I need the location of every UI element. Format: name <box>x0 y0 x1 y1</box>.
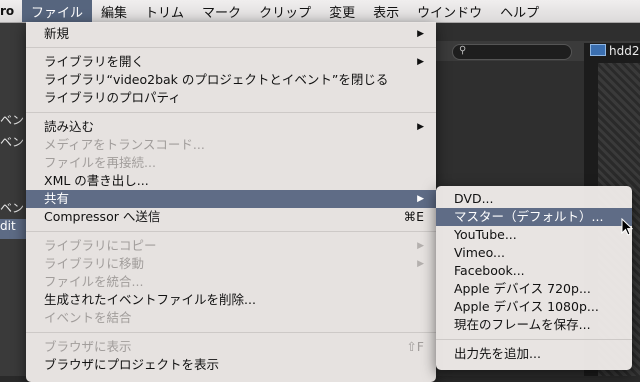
sidebar-item[interactable]: ベン <box>0 111 26 128</box>
submenu-arrow-icon: ▶ <box>417 57 424 67</box>
share-item-vimeo[interactable]: Vimeo... <box>436 244 632 262</box>
menu-separator <box>26 112 436 113</box>
share-item-add-destination[interactable]: 出力先を追加... <box>436 345 632 363</box>
share-item-master[interactable]: マスター（デフォルト）... <box>436 208 632 226</box>
menu-item-merge-events: イベントを結合 <box>44 310 132 325</box>
menu-separator <box>26 47 436 48</box>
menu-bar: ro ファイル 編集 トリム マーク クリップ 変更 表示 ウインドウ ヘルプ <box>0 0 640 23</box>
share-item-apple-1080p[interactable]: Apple デバイス 1080p... <box>436 298 632 316</box>
submenu-arrow-icon: ▶ <box>417 122 424 132</box>
share-item-facebook[interactable]: Facebook... <box>436 262 632 280</box>
library-sidebar: ベン ベン ベン dit <box>0 23 26 376</box>
share-submenu: DVD... マスター（デフォルト）... YouTube... Vimeo..… <box>436 186 632 370</box>
menu-file[interactable]: ファイル <box>22 0 93 22</box>
menu-item-copy-to-library: ライブラリにコピー ▶ <box>44 238 424 253</box>
mouse-pointer-icon <box>621 218 633 236</box>
sidebar-item-label: dit <box>0 219 16 233</box>
menu-item-send-to-compressor[interactable]: Compressor へ送信 ⌘E <box>26 208 436 226</box>
menu-mark[interactable]: マーク <box>193 0 250 22</box>
menu-item-import[interactable]: 読み込む ▶ <box>26 118 436 136</box>
menu-item-share[interactable]: 共有 ▶ <box>26 190 436 208</box>
menu-separator <box>26 332 436 333</box>
menu-modify[interactable]: 変更 <box>320 0 364 22</box>
share-item-dvd[interactable]: DVD... <box>436 190 632 208</box>
menu-item-transcode-media: メディアをトランスコード... <box>44 137 205 152</box>
menu-item-export-xml[interactable]: XML の書き出し... <box>26 172 436 190</box>
search-icon: ⚲ <box>459 45 467 56</box>
clip-label[interactable]: hdd28 <box>590 44 640 58</box>
menu-item-delete-render-files[interactable]: 生成されたイベントファイルを削除... <box>26 291 436 309</box>
menu-item-relink-files: ファイルを再接続... <box>44 155 156 170</box>
menu-trim[interactable]: トリム <box>136 0 193 22</box>
menu-help[interactable]: ヘルプ <box>491 0 548 22</box>
menu-item-open-library[interactable]: ライブラリを開く ▶ <box>26 53 436 71</box>
sidebar-item[interactable]: ベン <box>0 133 26 150</box>
share-item-save-current-frame[interactable]: 現在のフレームを保存... <box>436 316 632 334</box>
menu-clip[interactable]: クリップ <box>250 0 320 22</box>
menu-item-consolidate-files: ファイルを統合... <box>44 274 144 289</box>
file-menu: 新規 ▶ ライブラリを開く ▶ ライブラリ“video2bak のプロジェクトと… <box>26 22 436 382</box>
menu-item-reveal-in-browser: ブラウザに表示 ⇧F <box>44 339 424 354</box>
submenu-arrow-icon: ▶ <box>417 241 424 251</box>
menu-separator <box>436 339 632 340</box>
menu-item-new[interactable]: 新規 ▶ <box>26 25 436 43</box>
menu-item-reveal-project-in-browser[interactable]: ブラウザにプロジェクトを表示 <box>26 356 436 374</box>
menu-item-close-library[interactable]: ライブラリ“video2bak のプロジェクトとイベント”を閉じる <box>26 71 436 89</box>
shortcut-label: ⌘E <box>403 209 424 224</box>
sidebar-item[interactable]: ベン <box>0 199 26 216</box>
submenu-arrow-icon: ▶ <box>417 194 424 204</box>
submenu-arrow-icon: ▶ <box>417 259 424 269</box>
submenu-arrow-icon: ▶ <box>417 29 424 39</box>
search-input[interactable]: ⚲ <box>452 44 572 60</box>
menu-item-library-properties[interactable]: ライブラリのプロパティ <box>26 89 436 107</box>
shortcut-label: ⇧F <box>406 339 424 354</box>
app-menu[interactable]: ro <box>0 0 22 22</box>
share-item-apple-720p[interactable]: Apple デバイス 720p... <box>436 280 632 298</box>
menu-item-move-to-library: ライブラリに移動 ▶ <box>44 256 424 271</box>
menu-edit[interactable]: 編集 <box>92 0 136 22</box>
menu-window[interactable]: ウインドウ <box>408 0 491 22</box>
sidebar-item-selected[interactable]: dit <box>0 219 26 239</box>
menu-view[interactable]: 表示 <box>364 0 408 22</box>
share-item-youtube[interactable]: YouTube... <box>436 226 632 244</box>
menu-separator <box>26 231 436 232</box>
film-icon <box>590 44 606 56</box>
